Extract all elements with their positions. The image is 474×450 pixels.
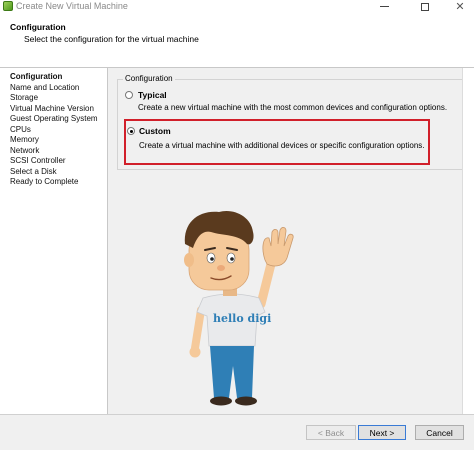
left-pupil [210, 257, 214, 261]
custom-label[interactable]: Custom [139, 126, 171, 136]
typical-radio[interactable] [125, 91, 133, 99]
cancel-button[interactable]: Cancel [415, 425, 464, 440]
configuration-groupbox: Configuration Typical Create a new virtu… [117, 74, 463, 170]
window-titlebar: Create New Virtual Machine ✕ [0, 0, 474, 13]
waving-hand [262, 227, 294, 267]
lowered-arm [191, 306, 205, 352]
left-shoe [210, 396, 232, 406]
page-title: Configuration [10, 22, 66, 32]
step-scsi-controller[interactable]: SCSI Controller [10, 156, 66, 165]
custom-description: Create a virtual machine with additional… [139, 141, 425, 150]
step-configuration[interactable]: Configuration [10, 72, 62, 81]
step-ready-to-complete[interactable]: Ready to Complete [10, 177, 78, 186]
raised-arm [256, 259, 276, 309]
right-pupil [230, 257, 234, 261]
mascot-illustration: hello digi [184, 210, 294, 406]
wizard-header: Configuration Select the configuration f… [0, 13, 474, 68]
custom-radio[interactable] [127, 127, 135, 135]
ear [184, 253, 194, 267]
step-storage[interactable]: Storage [10, 93, 38, 102]
typical-description: Create a new virtual machine with the mo… [138, 103, 448, 112]
head [188, 229, 250, 291]
app-icon [3, 1, 13, 11]
maximize-button[interactable] [411, 0, 439, 13]
back-button[interactable]: < Back [306, 425, 356, 440]
step-guest-os[interactable]: Guest Operating System [10, 114, 98, 123]
window-title: Create New Virtual Machine [16, 1, 128, 11]
lowered-hand [189, 346, 201, 358]
step-name-and-location[interactable]: Name and Location [10, 83, 79, 92]
step-memory[interactable]: Memory [10, 135, 39, 144]
close-icon: ✕ [455, 1, 465, 13]
main-panel: Configuration Typical Create a new virtu… [108, 68, 474, 414]
shirt-text: hello digi [213, 312, 271, 325]
wizard-footer: < Back Next > Cancel [0, 414, 474, 450]
minimize-icon [379, 6, 389, 7]
step-network[interactable]: Network [10, 146, 39, 155]
pants [210, 346, 254, 398]
groupbox-legend: Configuration [123, 74, 175, 83]
nose [217, 265, 225, 271]
step-virtual-machine-version[interactable]: Virtual Machine Version [10, 104, 94, 113]
wizard-steps: Configuration Name and Location Storage … [0, 68, 108, 414]
next-button[interactable]: Next > [358, 425, 406, 440]
step-select-a-disk[interactable]: Select a Disk [10, 167, 57, 176]
step-cpus[interactable]: CPUs [10, 125, 31, 134]
minimize-button[interactable] [370, 0, 398, 13]
vertical-scrollbar[interactable] [462, 68, 474, 414]
maximize-icon [421, 2, 429, 11]
page-subtitle: Select the configuration for the virtual… [24, 34, 199, 44]
right-shoe [235, 396, 257, 406]
close-button[interactable]: ✕ [446, 0, 474, 13]
typical-label[interactable]: Typical [138, 90, 167, 100]
